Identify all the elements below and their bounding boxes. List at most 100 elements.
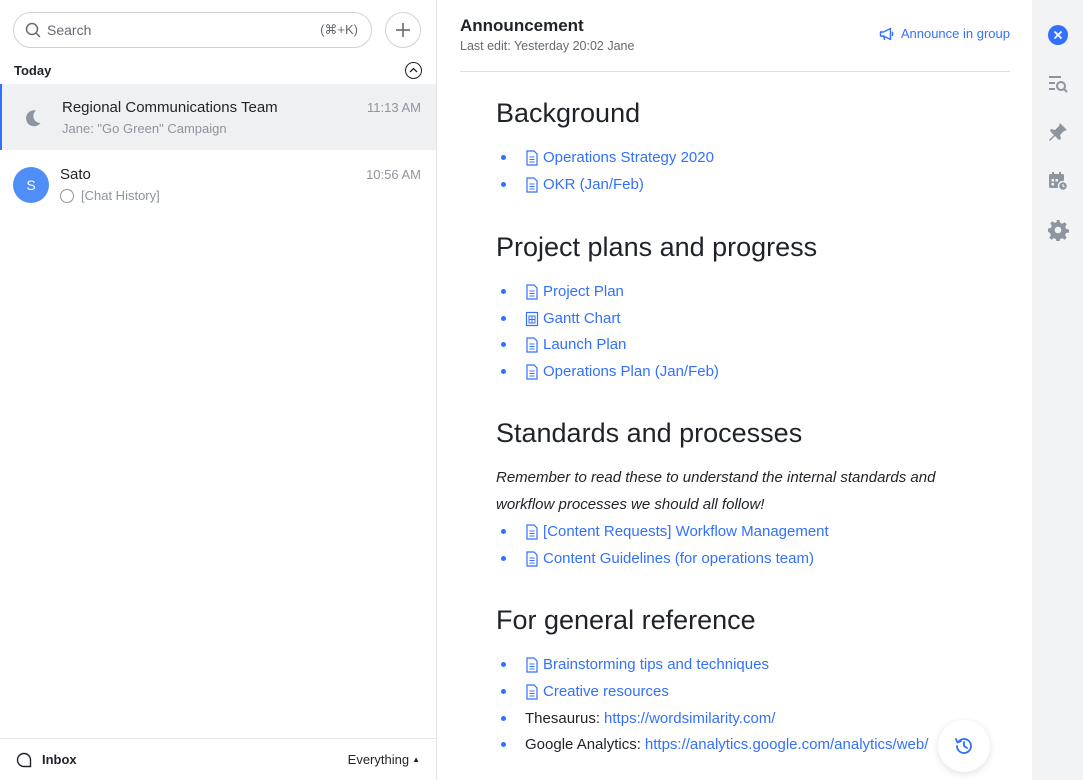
collapse-button[interactable] <box>405 61 422 79</box>
calendar-button[interactable] <box>1047 170 1069 192</box>
search-history-button[interactable] <box>1047 73 1069 95</box>
doc-link[interactable]: OKR (Jan/Feb) <box>543 176 644 193</box>
calendar-icon <box>1049 172 1069 192</box>
list-item[interactable]: Launch Plan <box>496 331 626 358</box>
document-icon <box>526 176 538 193</box>
bullet <box>501 369 506 374</box>
bullet <box>501 689 506 694</box>
inbox-button[interactable]: Inbox <box>16 752 77 768</box>
filter-label: Everything <box>347 752 410 767</box>
bullet <box>501 342 506 347</box>
history-button[interactable] <box>938 720 990 772</box>
chat-preview: [Chat History] <box>81 188 160 203</box>
chat-item-regional-communications[interactable]: Regional Communications Team 11:13 AM Ja… <box>0 84 436 150</box>
add-button[interactable] <box>385 12 421 48</box>
history-clock-icon <box>955 738 972 754</box>
list-item: Thesaurus: https://wordsimilarity.com/ <box>496 705 775 732</box>
heading-standards: Standards and processes <box>496 418 803 448</box>
chevron-up-icon <box>409 67 418 73</box>
analytics-label: Google Analytics: <box>525 736 641 753</box>
list-item[interactable]: Creative resources <box>496 678 669 705</box>
document-icon <box>526 550 538 567</box>
list-item[interactable]: Gantt Chart <box>496 305 621 332</box>
list-item[interactable]: [Content Requests] Workflow Management <box>496 518 829 545</box>
caret-up-icon: ▲ <box>412 755 420 764</box>
chat-title: Regional Communications Team <box>62 99 278 116</box>
announcement-header: Announcement Last edit: Yesterday 20:02 … <box>460 14 1010 72</box>
bullet <box>501 182 506 187</box>
bullet <box>501 316 506 321</box>
doc-link[interactable]: Launch Plan <box>543 336 626 353</box>
avatar <box>15 100 51 136</box>
announcement-pane: Announcement Last edit: Yesterday 20:02 … <box>438 0 1032 780</box>
last-edit: Last edit: Yesterday 20:02 Jane <box>460 39 635 53</box>
announce-in-group-button[interactable]: Announce in group <box>879 26 1010 41</box>
status-ring-icon <box>60 188 74 203</box>
list-item[interactable]: OKR (Jan/Feb) <box>496 171 644 198</box>
announce-label: Announce in group <box>900 26 1010 41</box>
standards-note: Remember to read these to understand the… <box>496 469 936 513</box>
document-icon <box>526 656 538 673</box>
chat-time: 10:56 AM <box>366 167 421 182</box>
chat-preview: Jane: "Go Green" Campaign <box>62 121 227 136</box>
inbox-label: Inbox <box>42 752 77 767</box>
pin-button[interactable] <box>1047 121 1069 143</box>
doc-link[interactable]: Operations Plan (Jan/Feb) <box>543 363 719 380</box>
list-item[interactable]: Content Guidelines (for operations team) <box>496 545 814 572</box>
document-icon <box>526 363 538 380</box>
chat-list-pane: (⌘+K) Today Regional Communications Team… <box>0 0 437 780</box>
search-icon <box>25 22 41 38</box>
list-item[interactable]: Project Plan <box>496 278 624 305</box>
megaphone-icon <box>879 27 894 40</box>
doc-link[interactable]: Operations Strategy 2020 <box>543 149 714 166</box>
bullet <box>501 716 506 721</box>
list-item: Google Analytics: https://analytics.goog… <box>496 731 928 758</box>
moon-icon <box>26 110 41 127</box>
chat-title: Sato <box>60 166 91 183</box>
thesaurus-link[interactable]: https://wordsimilarity.com/ <box>604 710 775 727</box>
doc-link[interactable]: Gantt Chart <box>543 310 621 327</box>
chat-bubble-icon <box>16 752 32 767</box>
list-item[interactable]: Operations Strategy 2020 <box>496 144 714 171</box>
doc-link[interactable]: Brainstorming tips and techniques <box>543 656 769 673</box>
pin-icon <box>1049 123 1067 141</box>
chat-item-sato[interactable]: S Sato 10:56 AM [Chat History] <box>0 151 436 217</box>
list-search-icon <box>1049 76 1068 93</box>
close-button[interactable] <box>1047 24 1069 46</box>
document-icon <box>526 336 538 353</box>
bullet <box>501 529 506 534</box>
chat-time: 11:13 AM <box>367 100 421 115</box>
analytics-link[interactable]: https://analytics.google.com/analytics/w… <box>645 736 928 753</box>
plus-icon <box>396 23 410 37</box>
bullet <box>501 556 506 561</box>
list-item[interactable]: Brainstorming tips and techniques <box>496 651 769 678</box>
section-label: Today <box>14 62 52 78</box>
search-input[interactable] <box>47 22 321 38</box>
document-icon <box>526 149 538 166</box>
bullet <box>501 155 506 160</box>
doc-link[interactable]: Project Plan <box>543 283 624 300</box>
doc-link[interactable]: Creative resources <box>543 683 669 700</box>
section-header-today: Today <box>14 61 422 79</box>
document-icon <box>526 523 538 540</box>
search-shortcut: (⌘+K) <box>320 22 358 37</box>
heading-background: Background <box>496 98 641 128</box>
list-item[interactable]: Operations Plan (Jan/Feb) <box>496 358 719 385</box>
search-box[interactable]: (⌘+K) <box>13 12 372 48</box>
heading-reference: For general reference <box>496 605 756 635</box>
doc-link[interactable]: Content Guidelines (for operations team) <box>543 550 814 567</box>
doc-link[interactable]: [Content Requests] Workflow Management <box>543 523 829 540</box>
sheet-icon <box>525 311 539 326</box>
avatar-letter: S <box>26 177 36 193</box>
close-icon <box>1048 25 1068 45</box>
settings-button[interactable] <box>1047 219 1069 241</box>
avatar: S <box>13 167 49 203</box>
bullet <box>501 662 506 667</box>
bullet <box>501 742 506 747</box>
filter-dropdown[interactable]: Everything ▲ <box>348 752 420 767</box>
chat-preview-wrap: [Chat History] <box>60 188 160 203</box>
heading-project-plans: Project plans and progress <box>496 232 818 262</box>
right-tool-rail <box>1032 0 1083 780</box>
gear-icon <box>1048 220 1069 241</box>
document-icon <box>526 683 538 700</box>
